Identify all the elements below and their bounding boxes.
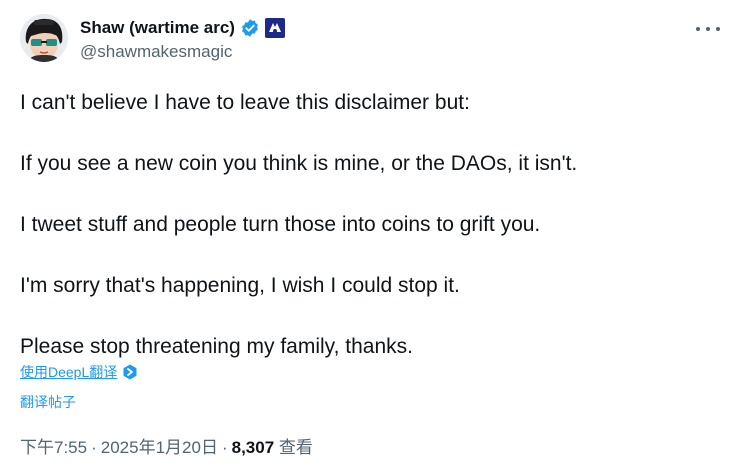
tweet-paragraph: I'm sorry that's happening, I wish I cou… (20, 274, 460, 297)
tweet-meta: 下午7:55 · 2025年1月20日 · 8,307 查看 (20, 433, 313, 458)
author-info: Shaw (wartime arc) @shawmakesmagic (80, 17, 285, 62)
affiliate-badge-icon[interactable] (264, 18, 285, 38)
meta-separator: · (91, 438, 97, 457)
translate-post-link[interactable]: 翻译帖子 (20, 392, 76, 412)
avatar-image (20, 14, 68, 62)
deepl-translate-row: 使用DeepL翻译 (20, 362, 138, 382)
dot (706, 27, 710, 31)
more-options-icon[interactable] (696, 20, 720, 38)
name-row: Shaw (wartime arc) (80, 17, 285, 39)
verified-badge-icon[interactable] (240, 18, 260, 38)
tweet-paragraph: Please stop threatening my family, thank… (20, 335, 413, 358)
deepl-icon[interactable] (122, 364, 138, 380)
tweet-text: I can't believe I have to leave this dis… (20, 88, 720, 362)
tweet-paragraph: I can't believe I have to leave this dis… (20, 91, 470, 114)
dot (716, 27, 720, 31)
avatar[interactable] (20, 14, 68, 62)
display-name[interactable]: Shaw (wartime arc) (80, 18, 235, 38)
tweet-time[interactable]: 下午7:55 (20, 438, 87, 457)
tweet-paragraph: If you see a new coin you think is mine,… (20, 152, 578, 175)
views-count: 8,307 (231, 438, 275, 457)
tweet-date[interactable]: 2025年1月20日 (101, 438, 218, 457)
tweet-paragraph: I tweet stuff and people turn those into… (20, 213, 541, 236)
tweet-header: Shaw (wartime arc) @shawmakesmagic (20, 14, 720, 66)
deepl-translate-link[interactable]: 使用DeepL翻译 (20, 362, 117, 382)
author-handle[interactable]: @shawmakesmagic (80, 42, 285, 62)
tweet-card: Shaw (wartime arc) @shawmakesmagic I can… (0, 0, 741, 471)
meta-separator: · (221, 438, 228, 457)
dot (696, 27, 700, 31)
views-label: 查看 (278, 438, 313, 457)
